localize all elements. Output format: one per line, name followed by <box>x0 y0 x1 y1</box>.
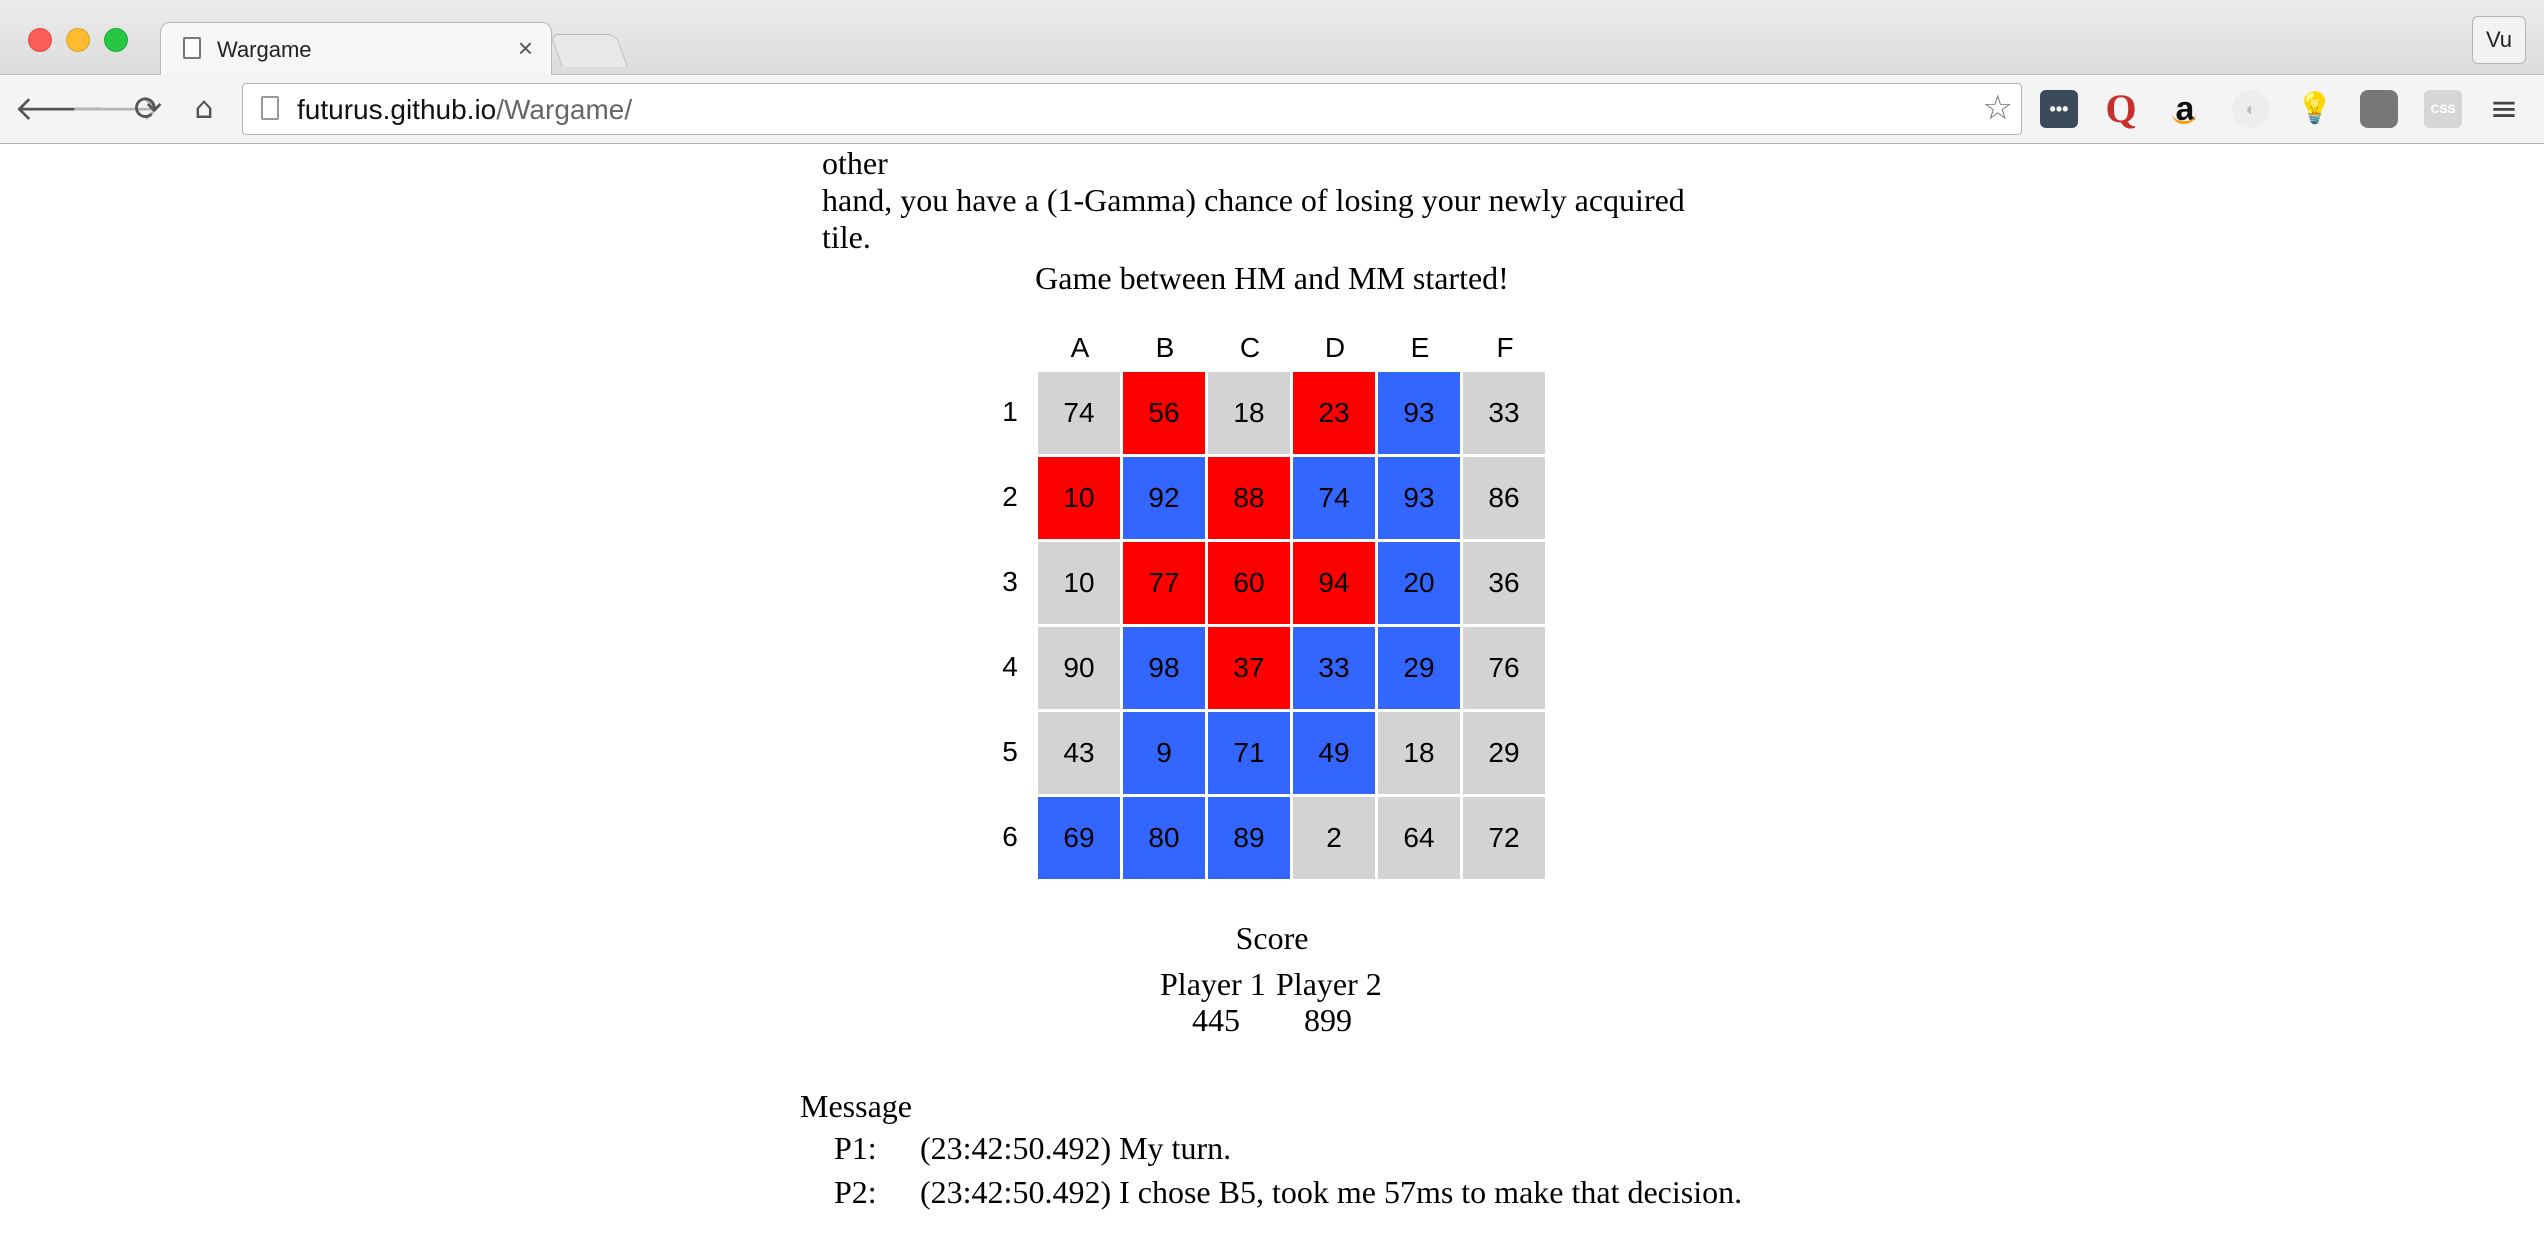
address-bar[interactable]: futurus.github.io/Wargame/ ☆ <box>242 83 2022 135</box>
board-cell-b3[interactable]: 77 <box>1123 542 1205 624</box>
board-cell-a3[interactable]: 10 <box>1038 542 1120 624</box>
board-cell-d6[interactable]: 2 <box>1293 797 1375 879</box>
board-cell-d4[interactable]: 33 <box>1293 627 1375 709</box>
browser-toolbar: 🡐 🡒 ⟳ ⌂ futurus.github.io/Wargame/ ☆ •••… <box>0 75 2544 144</box>
css-icon[interactable]: CSS <box>2424 90 2462 128</box>
board-cell-d5[interactable]: 49 <box>1293 712 1375 794</box>
board-cell-d1[interactable]: 23 <box>1293 372 1375 454</box>
tab-wargame[interactable]: Wargame × <box>160 22 552 75</box>
quora-icon[interactable]: Q <box>2102 89 2140 129</box>
board-cell-a6[interactable]: 69 <box>1038 797 1120 879</box>
board-cell-a5[interactable]: 43 <box>1038 712 1120 794</box>
zoom-window-button[interactable] <box>104 28 128 52</box>
board-cell-c6[interactable]: 89 <box>1208 797 1290 879</box>
new-tab-button[interactable] <box>549 34 629 67</box>
board-cell-b6[interactable]: 80 <box>1123 797 1205 879</box>
board-cell-a2[interactable]: 10 <box>1038 457 1120 539</box>
column-header-b: B <box>1155 332 1175 363</box>
game-status: Game between HM and MM started! <box>1035 260 1509 296</box>
board-cell-c3[interactable]: 60 <box>1208 542 1290 624</box>
board-cell-c1[interactable]: 18 <box>1208 372 1290 454</box>
board-cell-f5[interactable]: 29 <box>1463 712 1545 794</box>
url-host: futurus.github.io <box>297 94 497 125</box>
board-cell-b4[interactable]: 98 <box>1123 627 1205 709</box>
intro-text: next to it, you have a Gamma chance of c… <box>822 144 1702 256</box>
intro-line: hand, you have a (1-Gamma) chance of los… <box>822 182 1685 218</box>
row-header-2: 2 <box>1002 481 1018 512</box>
board-cell-e4[interactable]: 29 <box>1378 627 1460 709</box>
home-icon[interactable]: ⌂ <box>182 87 226 131</box>
intro-line: next to it, you have a Gamma chance of c… <box>822 145 888 181</box>
close-tab-icon[interactable]: × <box>518 33 533 64</box>
privacy-extension-icon[interactable]: ◐ <box>2232 90 2270 128</box>
column-header-f: F <box>1496 332 1514 363</box>
board-cell-d2[interactable]: 74 <box>1293 457 1375 539</box>
player2-score: 899 <box>1304 1002 1352 1038</box>
square-extension-icon[interactable] <box>2360 90 2398 128</box>
board-cell-f2[interactable]: 86 <box>1463 457 1545 539</box>
row-header-3: 3 <box>1002 566 1018 597</box>
reload-icon[interactable]: ⟳ <box>126 87 170 131</box>
url-text[interactable]: futurus.github.io/Wargame/ <box>297 94 632 126</box>
board-cell-e1[interactable]: 93 <box>1378 372 1460 454</box>
row-header-1: 1 <box>1002 396 1018 427</box>
page-content: next to it, you have a Gamma chance of c… <box>0 144 2544 1242</box>
board-cell-b5[interactable]: 9 <box>1123 712 1205 794</box>
browser-titlebar: Wargame × Vu <box>0 0 2544 75</box>
board-cell-f6[interactable]: 72 <box>1463 797 1545 879</box>
lightbulb-icon[interactable]: 💡 <box>2296 90 2334 128</box>
back-arrow-icon[interactable]: 🡐 <box>14 87 105 131</box>
tab-title: Wargame <box>217 37 312 62</box>
message-sender: P2: <box>834 1174 877 1210</box>
close-window-button[interactable] <box>28 28 52 52</box>
board-cell-f1[interactable]: 33 <box>1463 372 1545 454</box>
minimize-window-button[interactable] <box>66 28 90 52</box>
row-header-5: 5 <box>1002 736 1018 767</box>
column-header-d: D <box>1324 332 1346 363</box>
board-cell-d3[interactable]: 94 <box>1293 542 1375 624</box>
player1-score: 445 <box>1192 1002 1240 1038</box>
browser-menu-icon[interactable]: ≡ <box>2484 89 2524 129</box>
url-path: /Wargame/ <box>496 94 633 125</box>
message-sender: P1: <box>834 1130 877 1166</box>
column-header-a: A <box>1070 332 1090 363</box>
row-header-4: 4 <box>1002 651 1018 682</box>
page-icon <box>183 37 201 59</box>
message-text: (23:42:50.492) My turn. <box>920 1130 1232 1166</box>
board-cell-e2[interactable]: 93 <box>1378 457 1460 539</box>
board-cell-f3[interactable]: 36 <box>1463 542 1545 624</box>
lastpass-icon[interactable]: ••• <box>2040 90 2078 128</box>
row-header-6: 6 <box>1002 821 1018 852</box>
column-header-c: C <box>1239 332 1261 363</box>
board-cell-c5[interactable]: 71 <box>1208 712 1290 794</box>
bookmark-star-icon[interactable]: ☆ <box>1983 88 2013 128</box>
board-cell-e5[interactable]: 18 <box>1378 712 1460 794</box>
page-info-icon[interactable] <box>261 96 279 120</box>
board-cell-b1[interactable]: 56 <box>1123 372 1205 454</box>
board-cell-e3[interactable]: 20 <box>1378 542 1460 624</box>
board-cell-e6[interactable]: 64 <box>1378 797 1460 879</box>
board-cell-b2[interactable]: 92 <box>1123 457 1205 539</box>
forward-arrow-icon[interactable]: 🡒 <box>70 87 161 131</box>
message-text: (23:42:50.492) I chose B5, took me 57ms … <box>920 1174 1743 1210</box>
profile-button[interactable]: Vu <box>2472 16 2526 64</box>
player1-label: Player 1 <box>1160 966 1266 1002</box>
amazon-icon[interactable]: a <box>2166 90 2204 128</box>
board-cell-f4[interactable]: 76 <box>1463 627 1545 709</box>
board-cell-c2[interactable]: 88 <box>1208 457 1290 539</box>
column-header-e: E <box>1410 332 1430 363</box>
board-cell-a4[interactable]: 90 <box>1038 627 1120 709</box>
board-cell-a1[interactable]: 74 <box>1038 372 1120 454</box>
player2-label: Player 2 <box>1276 966 1382 1002</box>
board-cell-c4[interactable]: 37 <box>1208 627 1290 709</box>
intro-line: tile. <box>822 219 871 255</box>
score-title: Score <box>1235 920 1309 956</box>
message-title: Message <box>800 1088 912 1124</box>
